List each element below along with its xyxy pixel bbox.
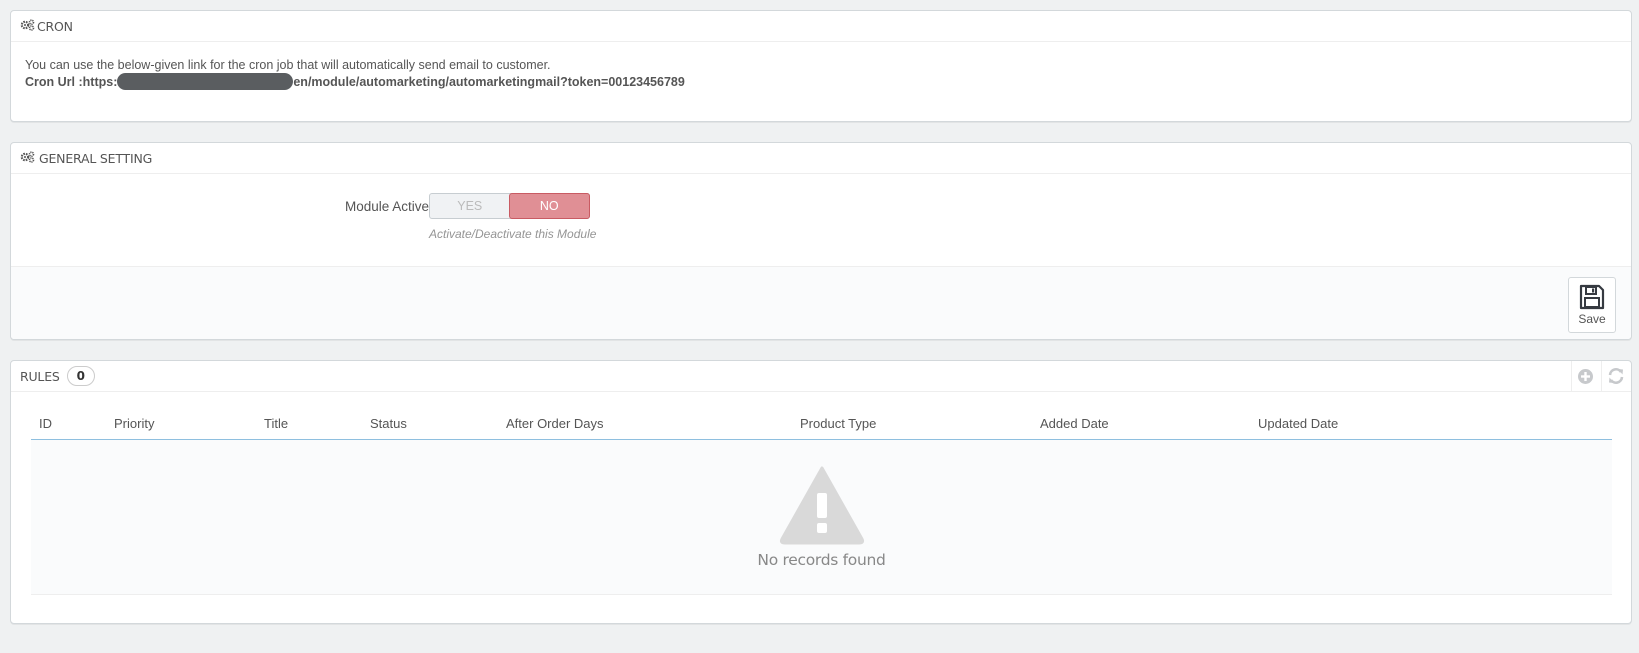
col-id[interactable]: ID xyxy=(31,408,106,440)
col-priority[interactable]: Priority xyxy=(106,408,256,440)
cron-title: CRON xyxy=(37,18,73,34)
switch-yes-option[interactable]: YES xyxy=(430,194,510,218)
rules-table: ID Priority Title Status After Order Day… xyxy=(31,408,1612,595)
save-label: Save xyxy=(1578,312,1606,326)
warning-icon xyxy=(779,466,864,544)
table-header-row: ID Priority Title Status After Order Day… xyxy=(31,408,1612,440)
save-button[interactable]: Save xyxy=(1568,277,1616,333)
rules-title: RULES xyxy=(20,368,60,384)
add-rule-button[interactable] xyxy=(1571,361,1601,391)
gears-icon xyxy=(20,150,37,166)
col-updated-date[interactable]: Updated Date xyxy=(1250,408,1612,440)
cron-url-prefix: https: xyxy=(82,75,118,89)
gears-icon xyxy=(20,18,37,34)
col-title[interactable]: Title xyxy=(256,408,362,440)
cron-description: You can use the below-given link for the… xyxy=(25,58,551,72)
cron-url-suffix: en/module/automarketing/automarketingmai… xyxy=(293,75,685,89)
general-title: GENERAL SETTING xyxy=(39,150,153,166)
redacted-block xyxy=(117,73,294,91)
cron-panel-heading: CRON xyxy=(11,11,1631,42)
floppy-disk-icon xyxy=(1579,284,1605,310)
col-added-date[interactable]: Added Date xyxy=(1032,408,1250,440)
cron-panel: CRON You can use the below-given link fo… xyxy=(10,10,1632,122)
col-product-type[interactable]: Product Type xyxy=(792,408,1032,440)
rules-panel: RULES 0 ID Priority Title Status After O… xyxy=(10,360,1632,624)
empty-row: No records found xyxy=(31,439,1612,595)
module-active-switch[interactable]: YES NO xyxy=(429,193,590,219)
switch-no-option[interactable]: NO xyxy=(508,193,590,219)
empty-message: No records found xyxy=(757,550,886,569)
module-active-label: Module Active xyxy=(344,199,429,214)
rules-count-badge: 0 xyxy=(66,366,95,386)
col-after-order-days[interactable]: After Order Days xyxy=(498,408,792,440)
col-status[interactable]: Status xyxy=(362,408,498,440)
rules-panel-heading: RULES 0 xyxy=(11,361,1631,392)
refresh-icon xyxy=(1608,368,1623,384)
cron-url-label: Cron Url : xyxy=(25,75,83,89)
module-active-help: Activate/Deactivate this Module xyxy=(429,227,597,241)
general-setting-panel: GENERAL SETTING Module Active YES NO Act… xyxy=(10,142,1632,340)
panel-footer: Save xyxy=(11,266,1631,339)
plus-circle-icon xyxy=(1578,368,1593,384)
cron-url[interactable]: Cron Url :https: en/module/automarketing/… xyxy=(25,73,1617,91)
general-panel-heading: GENERAL SETTING xyxy=(11,143,1631,174)
refresh-list-button[interactable] xyxy=(1601,361,1631,391)
module-active-row: Module Active YES NO xyxy=(11,193,1631,223)
